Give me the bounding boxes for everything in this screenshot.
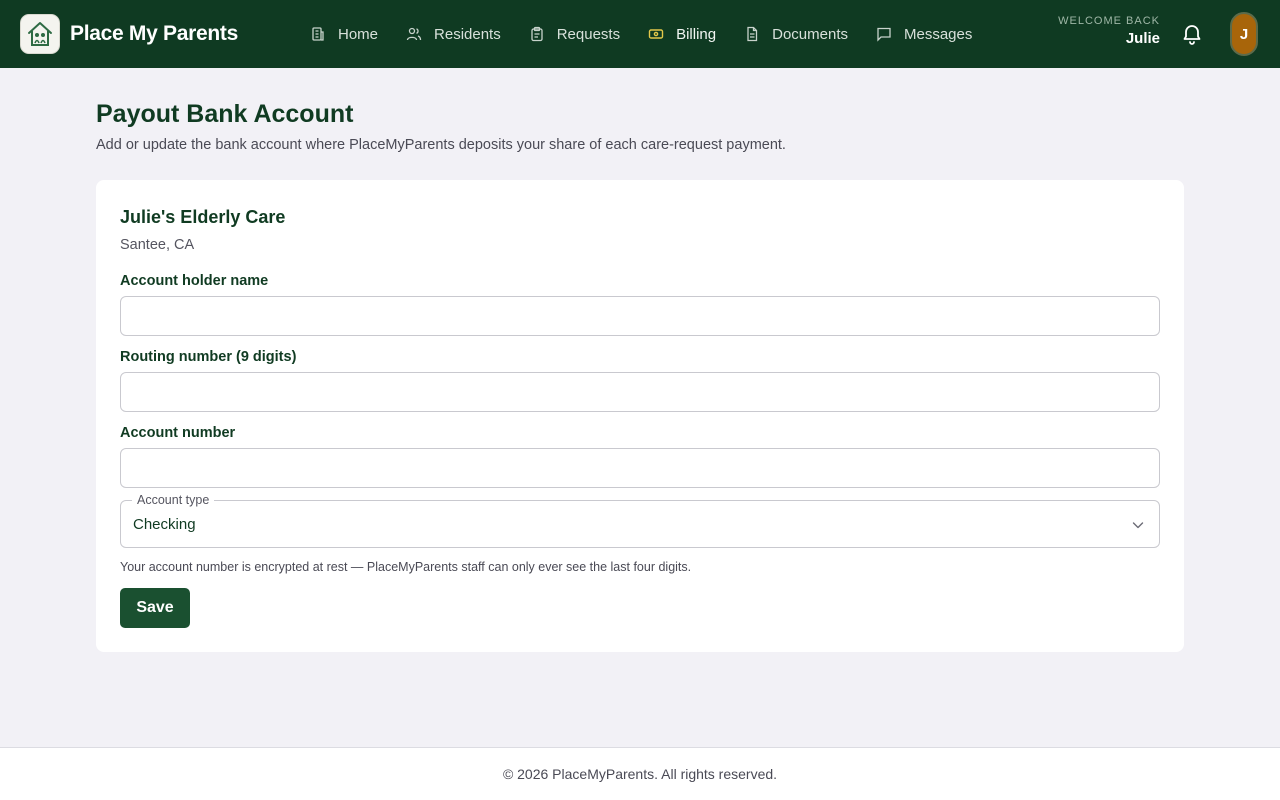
nav-item-messages[interactable]: Messages [876, 18, 972, 50]
building-icon [312, 27, 324, 41]
avatar[interactable]: J [1230, 12, 1258, 56]
users-icon [406, 27, 422, 41]
nav-label: Residents [434, 25, 501, 43]
main-nav: Home Residents Requests Billing Document… [310, 0, 1000, 68]
clipboard-icon [531, 26, 543, 42]
banknote-icon [648, 29, 664, 39]
account-holder-label: Account holder name [120, 273, 269, 289]
document-icon [747, 26, 758, 42]
nav-item-billing[interactable]: Billing [648, 18, 716, 50]
account-type-label: Account type [132, 493, 215, 507]
bell-icon[interactable] [1180, 22, 1204, 46]
logo-icon [20, 14, 60, 54]
nav-item-home[interactable]: Home [310, 18, 378, 50]
page-title: Payout Bank Account [96, 100, 354, 128]
nav-label: Documents [772, 25, 848, 43]
bank-account-card: Julie's Elderly Care Santee, CA Account … [96, 180, 1184, 652]
routing-number-label: Routing number (9 digits) [120, 349, 297, 365]
welcome-user-name: Julie [1125, 30, 1160, 47]
nav-label: Requests [556, 25, 621, 43]
encryption-hint: Your account number is encrypted at rest… [120, 560, 692, 574]
copyright-text: © 2026 PlaceMyParents. All rights reserv… [502, 766, 778, 782]
save-button[interactable]: Save [120, 588, 190, 628]
top-navigation-bar: Place My Parents Home Residents Requests… [0, 0, 1280, 68]
account-number-label: Account number [120, 425, 236, 441]
organization-name: Julie's Elderly Care [120, 207, 286, 227]
nav-item-residents[interactable]: Residents [406, 18, 501, 50]
chevron-down-icon [1132, 522, 1144, 529]
welcome-label: WELCOME BACK [1058, 15, 1160, 27]
footer: © 2026 PlaceMyParents. All rights reserv… [0, 747, 1280, 800]
page-subtitle: Add or update the bank account where Pla… [96, 137, 786, 153]
routing-number-input[interactable] [120, 372, 1160, 412]
account-type-value: Checking [133, 516, 196, 533]
nav-label: Billing [676, 25, 717, 43]
nav-label: Messages [904, 25, 973, 43]
nav-item-documents[interactable]: Documents [744, 18, 848, 50]
account-type-select[interactable]: Account type Checking [120, 493, 1160, 548]
account-holder-input[interactable] [120, 296, 1160, 336]
organization-location: Santee, CA [120, 237, 195, 253]
brand-name: Place My Parents [70, 22, 238, 45]
welcome-block: WELCOME BACK Julie [1058, 15, 1160, 47]
account-number-input[interactable] [120, 448, 1160, 488]
nav-item-requests[interactable]: Requests [529, 18, 620, 50]
message-icon [877, 27, 891, 42]
nav-label: Home [338, 25, 379, 43]
brand[interactable]: Place My Parents [20, 14, 238, 54]
